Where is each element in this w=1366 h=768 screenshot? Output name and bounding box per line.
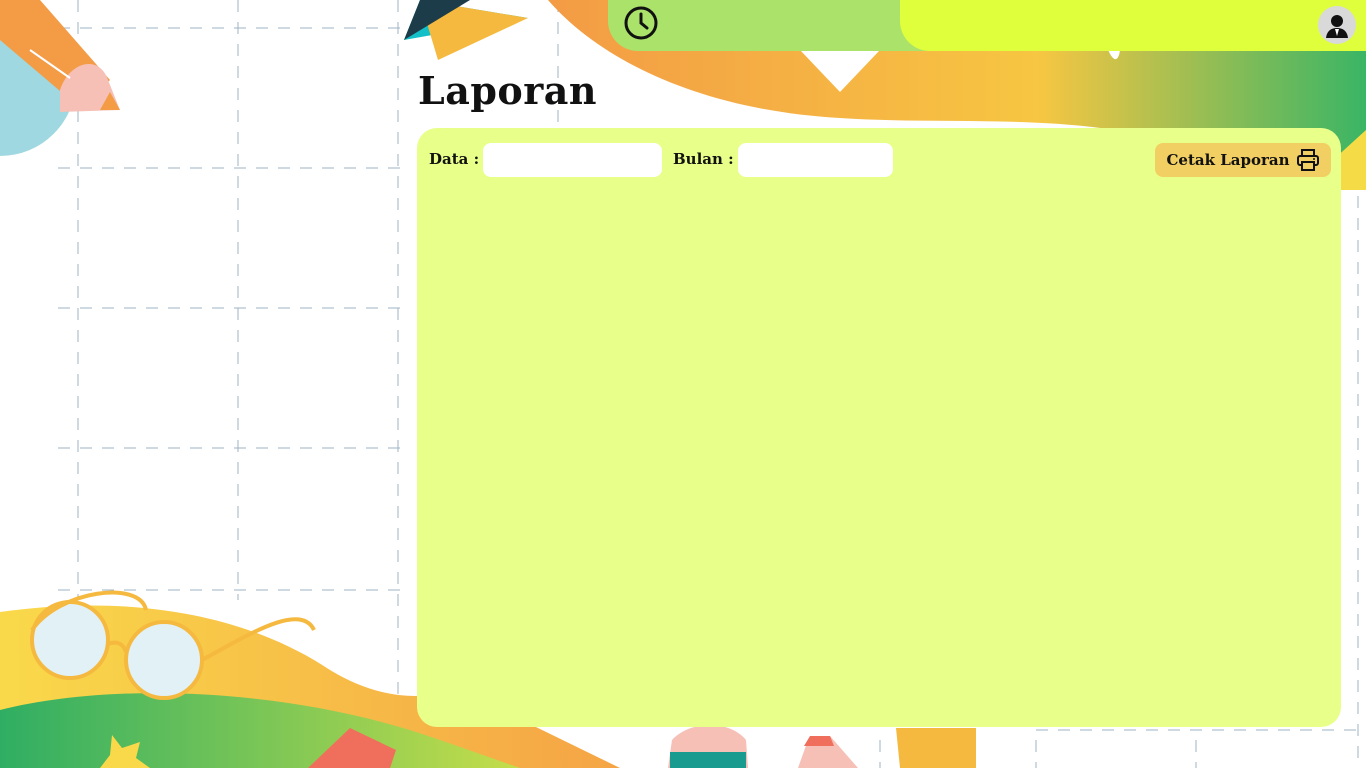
print-report-label: Cetak Laporan: [1166, 151, 1290, 169]
print-report-button[interactable]: Cetak Laporan: [1155, 143, 1331, 177]
data-input[interactable]: [483, 143, 662, 177]
printer-icon: [1296, 148, 1320, 172]
clock-icon[interactable]: [623, 5, 659, 41]
page-title: Laporan: [418, 68, 598, 113]
bulan-input[interactable]: [738, 143, 893, 177]
data-label: Data :: [429, 150, 480, 168]
report-panel: Data : Bulan : Cetak Laporan: [417, 128, 1341, 727]
user-avatar-icon[interactable]: [1318, 6, 1356, 44]
bulan-label: Bulan :: [673, 150, 734, 168]
topbar-right: [900, 0, 1366, 51]
